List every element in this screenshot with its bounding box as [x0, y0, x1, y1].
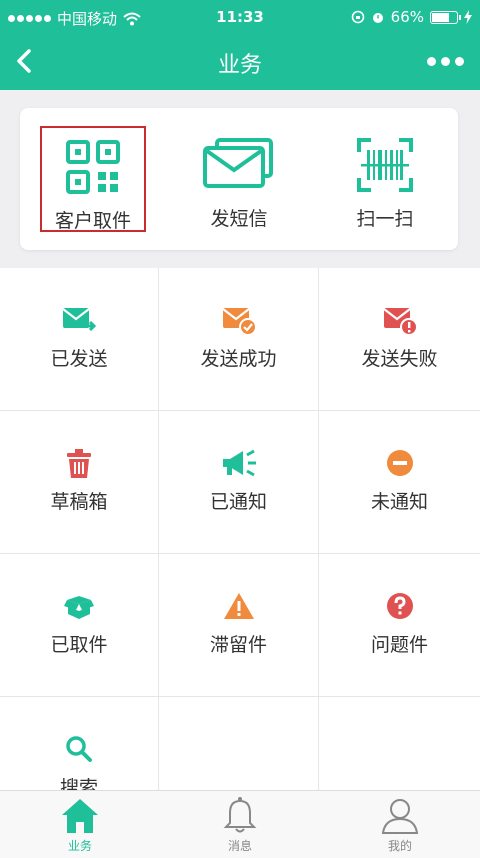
tab-messages[interactable]: 消息 [160, 795, 320, 857]
grid-item-problem[interactable]: 问题件 [319, 554, 480, 697]
grid-label: 搜索 [59, 777, 98, 790]
tab-bar: 业务 消息 我的 [0, 790, 480, 858]
tab-label: 业务 [67, 839, 92, 853]
alarm-icon [372, 13, 383, 23]
scan-label: 扫一扫 [356, 208, 414, 230]
qr-code-icon [66, 140, 120, 194]
battery-icon [430, 10, 461, 24]
grid-item-sent[interactable]: 已发送 [0, 268, 159, 411]
mail-success-icon [221, 308, 257, 336]
tab-profile[interactable]: 我的 [320, 795, 480, 857]
search-icon [66, 736, 92, 762]
grid-item-send-success[interactable]: 发送成功 [159, 268, 319, 411]
customer-pickup-button[interactable]: 客户取件 [40, 126, 146, 232]
function-grid: 已发送 发送成功 发送失败 草稿箱 已通知 未通知 已取件 滞留件 问题件 搜索 [0, 268, 480, 790]
more-options-icon[interactable] [427, 57, 464, 66]
grid-item-picked-up[interactable]: 已取件 [0, 554, 159, 697]
mail-sent-icon [62, 308, 97, 332]
grid-item-not-notified[interactable]: 未通知 [319, 411, 480, 554]
scan-button[interactable]: 扫一扫 [332, 126, 438, 232]
customer-pickup-label: 客户取件 [54, 210, 131, 232]
status-bar: 中国移动 11:33 66% [0, 0, 480, 34]
grid-item-stranded[interactable]: 滞留件 [159, 554, 319, 697]
send-sms-label: 发短信 [210, 208, 268, 230]
megaphone-icon [222, 449, 256, 477]
grid-label: 发送成功 [200, 348, 277, 370]
quick-actions-card: 客户取件 发短信 扫一扫 [20, 108, 458, 250]
mail-failed-icon [382, 308, 418, 336]
minus-circle-icon [386, 450, 413, 476]
trash-icon [67, 449, 91, 478]
charging-icon [464, 10, 472, 24]
home-icon [62, 799, 98, 833]
envelope-icon [203, 138, 273, 188]
grid-label: 未通知 [370, 491, 428, 513]
question-icon [386, 593, 413, 619]
grid-item-notified[interactable]: 已通知 [159, 411, 319, 554]
user-icon [381, 799, 419, 834]
grid-item-empty [159, 697, 319, 790]
grid-label: 发送失败 [361, 348, 438, 370]
nav-bar: 业务 [0, 34, 480, 90]
grid-item-drafts[interactable]: 草稿箱 [0, 411, 159, 554]
grid-item-empty [319, 697, 480, 790]
tab-label: 消息 [227, 839, 252, 853]
grid-label: 问题件 [370, 634, 428, 656]
tab-label: 我的 [387, 839, 412, 853]
status-right: 66% [351, 8, 472, 26]
warning-icon [223, 593, 254, 619]
grid-item-send-failed[interactable]: 发送失败 [319, 268, 480, 411]
grid-item-search[interactable]: 搜索 [0, 697, 159, 790]
battery-percent: 66% [390, 8, 424, 26]
grid-label: 滞留件 [209, 634, 267, 656]
barcode-scan-icon [357, 138, 413, 192]
open-box-icon [64, 596, 94, 619]
tab-business[interactable]: 业务 [0, 795, 160, 857]
grid-label: 草稿箱 [50, 491, 108, 513]
page-title: 业务 [217, 53, 262, 78]
grid-label: 已通知 [209, 491, 267, 513]
bell-icon [223, 797, 257, 833]
grid-label: 已取件 [50, 634, 108, 656]
rotation-lock-icon [351, 10, 364, 24]
grid-label: 已发送 [50, 348, 108, 370]
send-sms-button[interactable]: 发短信 [186, 126, 292, 232]
